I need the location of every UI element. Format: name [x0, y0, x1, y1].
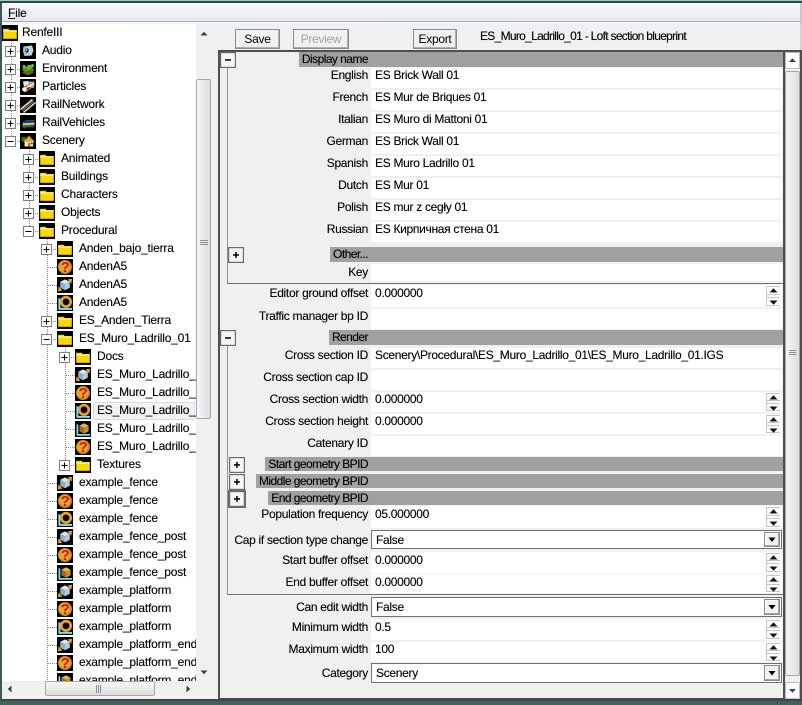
- svg-text:?: ?: [79, 385, 88, 401]
- svg-text:?: ?: [61, 259, 70, 275]
- svg-text:?: ?: [61, 547, 70, 563]
- svg-text:?: ?: [61, 601, 70, 617]
- svg-text:?: ?: [61, 655, 70, 671]
- svg-text:?: ?: [61, 493, 70, 509]
- svg-text:?: ?: [79, 439, 88, 455]
